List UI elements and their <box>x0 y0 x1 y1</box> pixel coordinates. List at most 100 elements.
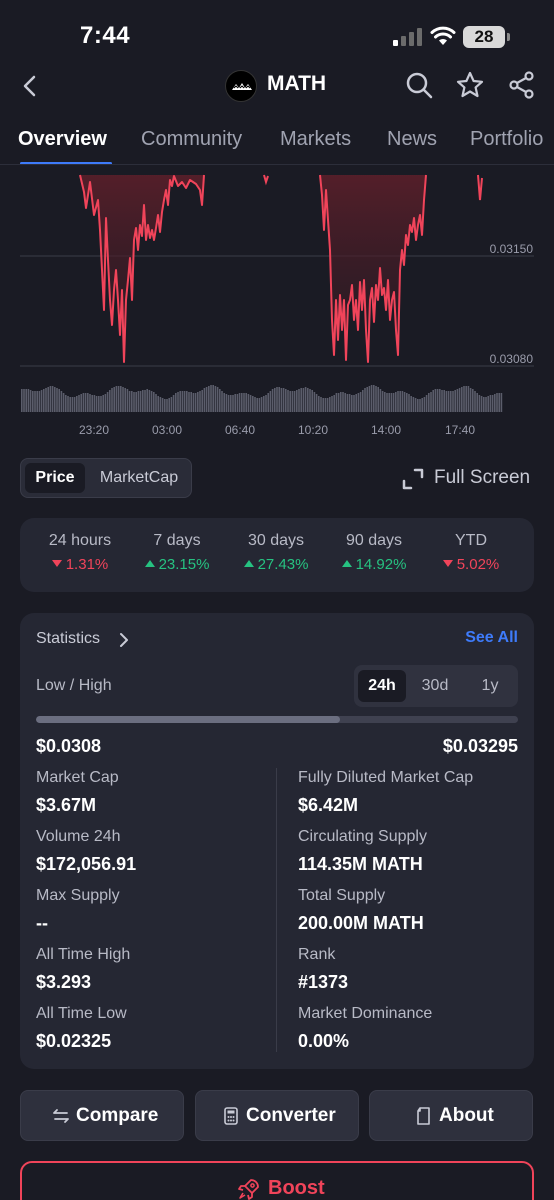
volume-bar <box>221 391 223 412</box>
volume-bar <box>309 389 311 412</box>
range-30d[interactable]: 30d <box>411 670 459 702</box>
up-arrow-icon <box>243 560 254 567</box>
perf-label: YTD <box>455 532 487 549</box>
price-line-segment <box>263 174 269 186</box>
volume-bar <box>456 389 459 412</box>
statistics-title[interactable]: Statistics <box>36 630 100 648</box>
marketcap-toggle-option[interactable]: MarketCap <box>89 463 189 493</box>
volume-bar <box>111 388 113 412</box>
volume-bar <box>60 391 63 412</box>
stat-label: Market Dominance <box>298 1005 433 1022</box>
performance-card: 24 hours 1.31% 7 days 23.15% 30 days 27.… <box>20 518 534 592</box>
math-logo-icon <box>232 83 252 90</box>
volume-bar <box>243 393 245 412</box>
volume-bar <box>236 394 239 412</box>
volume-bar <box>214 386 217 412</box>
volume-bar <box>73 397 76 412</box>
converter-button[interactable]: Converter <box>195 1090 359 1141</box>
volume-bar <box>69 397 71 412</box>
volume-bar <box>219 389 221 412</box>
volume-bar <box>137 391 140 412</box>
volume-bar <box>80 394 82 412</box>
volume-bar <box>291 391 294 412</box>
stat-max-supply: Max Supply -- <box>36 887 276 934</box>
tab-markets[interactable]: Markets <box>280 128 351 151</box>
see-all-link[interactable]: See All <box>465 629 518 647</box>
price-chart[interactable]: 0.03150 0.03080 23:20 03:00 06:40 10:20 … <box>0 172 554 442</box>
volume-bar <box>304 387 307 412</box>
about-label: About <box>439 1105 494 1126</box>
volume-bar <box>166 399 168 412</box>
perf-value: 1.31% <box>30 556 130 573</box>
volume-bar <box>102 395 104 412</box>
volume-bar <box>32 391 34 412</box>
boost-button[interactable]: Boost <box>20 1161 534 1200</box>
range-24h[interactable]: 24h <box>358 670 406 702</box>
volume-bar <box>377 387 379 412</box>
volume-bar <box>203 388 206 412</box>
volume-bar <box>278 387 280 412</box>
volume-bar <box>131 391 133 412</box>
document-icon <box>417 1107 430 1125</box>
chevron-right-icon[interactable] <box>118 631 130 649</box>
volume-bar <box>465 386 467 412</box>
compare-button[interactable]: Compare <box>20 1090 184 1141</box>
volume-bar <box>414 398 417 412</box>
price-toggle-option[interactable]: Price <box>25 463 85 493</box>
stat-total-supply: Total Supply 200.00M MATH <box>298 887 538 934</box>
volume-bar <box>307 388 309 412</box>
range-selector: 24h 30d 1y <box>354 665 518 707</box>
volume-bar <box>93 395 96 412</box>
volume-bar <box>29 390 32 412</box>
volume-bar <box>252 396 254 412</box>
volume-bar <box>419 399 421 412</box>
volume-bar <box>183 391 186 412</box>
volume-bar <box>175 393 177 412</box>
volume-bar <box>384 392 386 412</box>
volume-bar <box>282 388 285 412</box>
volume-bar <box>375 386 377 412</box>
volume-bar <box>62 393 65 412</box>
volume-bar <box>461 387 463 412</box>
calculator-icon <box>224 1107 238 1125</box>
volume-bar <box>135 392 137 412</box>
volume-bar <box>388 393 390 412</box>
status-bar: 7:44 28 <box>0 0 554 70</box>
volume-bar <box>274 388 276 412</box>
volume-bar <box>401 391 404 412</box>
volume-bar <box>249 395 252 412</box>
volume-bar <box>370 385 373 412</box>
stat-rank: Rank #1373 <box>298 946 538 993</box>
star-icon[interactable] <box>455 70 485 100</box>
search-icon[interactable] <box>404 70 434 100</box>
volume-bar <box>476 393 478 412</box>
coin-title: MATH <box>267 72 327 95</box>
volume-bar <box>161 398 164 412</box>
app-header: MATH <box>0 64 554 108</box>
volume-bar <box>113 387 115 412</box>
price-area-segment <box>320 175 426 362</box>
volume-bar <box>318 396 320 412</box>
volume-bar <box>201 390 203 412</box>
volume-bar <box>177 392 179 412</box>
volume-bar <box>36 391 38 412</box>
volume-bar <box>417 399 419 412</box>
tab-news[interactable]: News <box>387 128 437 151</box>
range-1y[interactable]: 1y <box>466 670 514 702</box>
tab-portfolio[interactable]: Portfolio <box>470 128 543 151</box>
column-divider <box>276 768 277 1052</box>
volume-bar <box>322 398 324 412</box>
about-button[interactable]: About <box>369 1090 533 1141</box>
tab-overview[interactable]: Overview <box>18 128 107 151</box>
volume-bar <box>443 390 445 412</box>
share-icon[interactable] <box>507 70 537 100</box>
volume-bar <box>254 397 256 412</box>
volume-bar <box>450 391 452 412</box>
volume-bar <box>458 388 461 412</box>
x-tick-label: 06:40 <box>225 423 255 437</box>
stat-volume-24h: Volume 24h $172,056.91 <box>36 828 276 875</box>
tab-community[interactable]: Community <box>141 128 242 151</box>
back-icon[interactable] <box>18 72 42 100</box>
volume-bar <box>40 390 43 412</box>
statistics-card: Statistics See All Low / High 24h 30d 1y… <box>20 613 534 1069</box>
